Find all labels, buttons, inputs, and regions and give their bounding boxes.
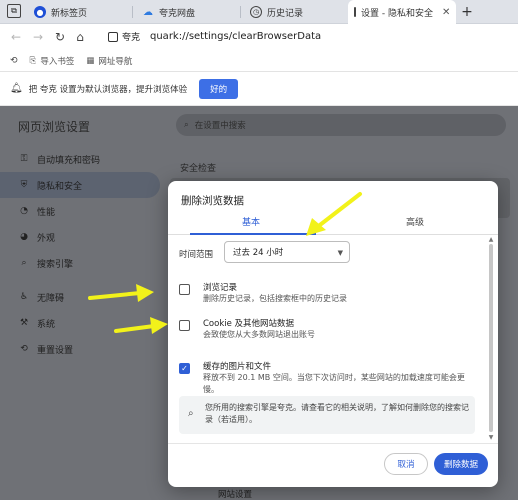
time-range-value: 过去 24 小时: [233, 248, 284, 258]
nav-label: 性能: [37, 207, 56, 218]
bookmark-import[interactable]: ⎘ 导入书签: [30, 55, 75, 67]
nav-item-autofill[interactable]: ⚿ 自动填充和密码: [0, 146, 160, 172]
cloud-icon: ☁: [143, 6, 153, 18]
nav-item-performance[interactable]: ◔ 性能: [0, 198, 160, 224]
bookmarks-bar: ⟲ ⎘ 导入书签 ▦ 网址导航: [0, 50, 518, 72]
nav-label: 系统: [37, 319, 56, 330]
nav-item-accessibility[interactable]: ♿︎ 无障碍: [0, 284, 160, 310]
settings-search-input[interactable]: ⌕ 在设置中搜索: [176, 114, 506, 136]
accessibility-icon: ♿︎: [19, 292, 29, 302]
nav-label: 自动填充和密码: [37, 155, 101, 166]
forward-icon[interactable]: →: [30, 29, 46, 45]
cache-checkbox[interactable]: ✓: [179, 363, 190, 374]
time-range-select[interactable]: 过去 24 小时 ▼: [224, 241, 350, 263]
key-icon: ⚿: [20, 154, 28, 164]
shield-icon: ⛨: [20, 180, 28, 190]
site-name: 夸克: [122, 33, 141, 43]
section-title: 安全检查: [180, 164, 217, 174]
address-bar-url[interactable]: quark://settings/clearBrowserData: [150, 31, 321, 42]
nav-item-system[interactable]: ⚒ 系统: [0, 310, 160, 336]
bookmark-label: 导入书签: [40, 56, 75, 67]
site-settings-label: 网站设置: [218, 490, 253, 500]
nav-item-privacy[interactable]: ⛨ 隐私和安全: [0, 172, 160, 198]
new-tab-button[interactable]: +: [458, 0, 476, 24]
option-title: 缓存的图片和文件: [203, 362, 272, 372]
home-icon[interactable]: ⌂: [72, 29, 88, 45]
search-engine-notice: ⌕ 您所用的搜索引擎是夸克。请查看它的相关说明，了解如何删除您的搜索记录（若适用…: [179, 396, 475, 434]
option-desc: 会致使您从大多数网站退出账号: [203, 330, 315, 339]
dialog-title: 删除浏览数据: [181, 195, 244, 207]
address-toolbar: ← → ↻ ⌂ 夸克 quark://settings/clearBrowser…: [0, 24, 518, 50]
history-icon: ◷: [250, 6, 262, 18]
nav-item-reset[interactable]: ⟲ 重置设置: [0, 336, 160, 362]
delete-data-button[interactable]: 删除数据: [434, 453, 488, 475]
tab-title: 设置 - 隐私和安全: [361, 8, 433, 19]
dialog-tabs: 基本 高级: [168, 209, 498, 235]
tab-settings-privacy[interactable]: 设置 - 隐私和安全 ✕: [348, 0, 456, 24]
bookmark-label: 网址导航: [98, 56, 133, 67]
bookmark-sync-icon[interactable]: ⟲: [10, 56, 18, 66]
cookies-checkbox[interactable]: [179, 320, 190, 331]
footer-divider: [168, 443, 498, 444]
nav-label: 重置设置: [37, 345, 74, 356]
back-icon[interactable]: ←: [8, 29, 24, 45]
search-icon: ⌕: [184, 120, 189, 130]
quark-icon: ●: [34, 6, 46, 18]
option-desc: 删除历史记录，包括搜索框中的历史记录: [203, 294, 347, 303]
nav-label: 隐私和安全: [37, 181, 83, 192]
tab-quark-drive[interactable]: ☁ 夸克网盘: [136, 0, 201, 24]
site-chip[interactable]: 夸克: [108, 30, 140, 43]
speed-icon: ◔: [20, 206, 28, 216]
search-icon: ⌕: [188, 408, 194, 419]
nav-label: 搜索引擎: [37, 259, 74, 270]
tab-title: 历史记录: [267, 8, 304, 19]
option-title: 浏览记录: [203, 283, 238, 293]
active-tab-indicator: [190, 233, 316, 235]
import-icon: ⎘: [29, 55, 37, 66]
settings-icon: [354, 7, 356, 17]
time-range-label: 时间范围: [179, 250, 214, 260]
wrench-icon: ⚒: [19, 318, 29, 328]
cancel-button[interactable]: 取消: [384, 453, 428, 475]
option-desc: 释放不到 20.1 MB 空间。当您下次访问时，某些网站的加载速度可能会更慢。: [203, 373, 465, 394]
option-title: Cookie 及其他网站数据: [203, 319, 295, 329]
default-browser-infobar: 🔔︎ 把 夸克 设置为默认浏览器，提升浏览体验 好的: [0, 72, 518, 106]
bookmark-nav[interactable]: ▦ 网址导航: [86, 55, 132, 67]
tab-title: 新标签页: [51, 8, 88, 19]
nav-label: 无障碍: [37, 293, 65, 304]
tab-history[interactable]: ◷ 历史记录: [244, 0, 309, 24]
nav-label: 外观: [37, 233, 56, 244]
tab-title: 夸克网盘: [159, 8, 196, 19]
window-menu-icon[interactable]: ⧉: [7, 4, 21, 18]
nav-item-appearance[interactable]: ◕ 外观: [0, 224, 160, 250]
search-placeholder: 在设置中搜索: [194, 121, 246, 131]
nav-item-search-engine[interactable]: ⌕ 搜索引擎: [0, 250, 160, 276]
dialog-scrollbar[interactable]: ▲ ▼: [486, 236, 496, 442]
reset-icon: ⟲: [20, 344, 28, 354]
palette-icon: ◕: [20, 232, 28, 242]
tab-strip: ⧉ ● 新标签页 ☁ 夸克网盘 ◷ 历史记录 设置 - 隐私和安全 ✕ +: [0, 0, 518, 24]
infobar-message: 把 夸克 设置为默认浏览器，提升浏览体验: [28, 84, 188, 95]
chevron-down-icon: ▼: [337, 249, 343, 257]
tab-basic[interactable]: 基本: [242, 215, 260, 228]
clear-browsing-data-dialog: 删除浏览数据 基本 高级 ▲ ▼ 时间范围 过去 24 小时 ▼ 浏览记录 删除…: [168, 181, 498, 487]
infobar-ok-button[interactable]: 好的: [199, 78, 239, 99]
scroll-up-icon[interactable]: ▲: [486, 236, 496, 244]
page-title: 网页浏览设置: [18, 120, 91, 134]
grid-icon: ▦: [86, 55, 95, 66]
close-tab-icon[interactable]: ✕: [442, 7, 450, 18]
scroll-thumb[interactable]: [489, 244, 493, 432]
search-icon: ⌕: [21, 258, 27, 268]
tab-advanced[interactable]: 高级: [406, 215, 424, 228]
scroll-down-icon[interactable]: ▼: [486, 434, 496, 442]
reload-icon[interactable]: ↻: [52, 29, 68, 45]
tab-new-tab[interactable]: ● 新标签页: [28, 0, 93, 24]
bell-icon: 🔔︎: [10, 83, 23, 94]
browsing-history-checkbox[interactable]: [179, 284, 190, 295]
notice-text: 您所用的搜索引擎是夸克。请查看它的相关说明，了解如何删除您的搜索记录（若适用）。: [205, 403, 469, 424]
quark-logo-icon: [108, 31, 118, 42]
settings-nav: ⚿ 自动填充和密码 ⛨ 隐私和安全 ◔ 性能 ◕ 外观 ⌕ 搜索引擎 ♿︎ 无障…: [0, 146, 160, 362]
